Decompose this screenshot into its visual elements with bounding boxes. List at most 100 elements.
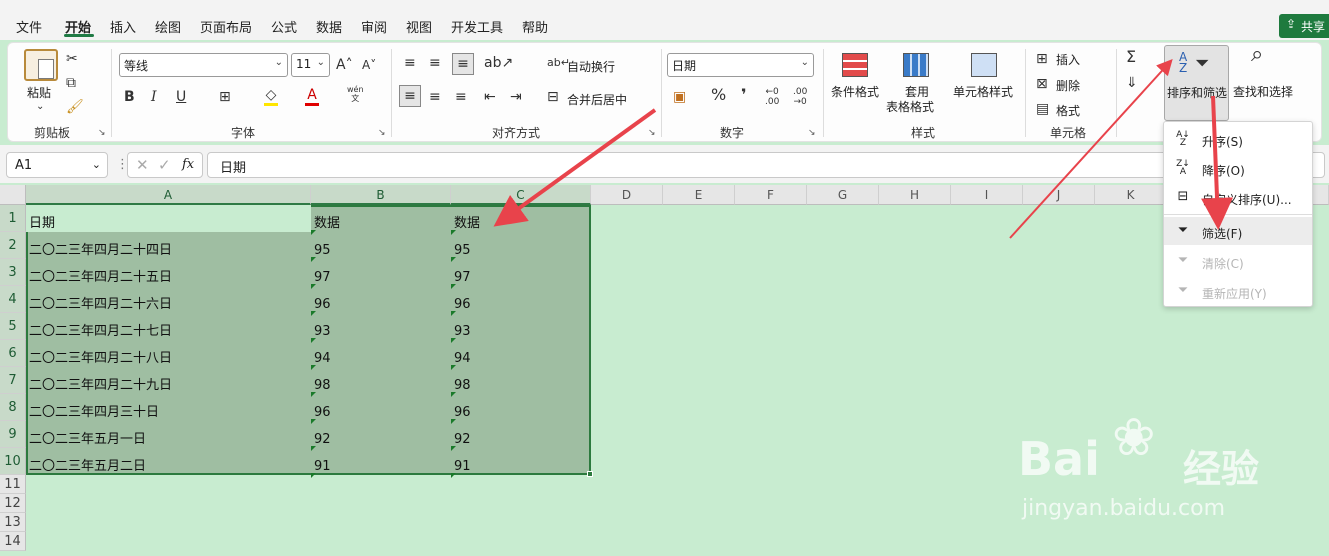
date-cell[interactable]: 二〇二三年五月一日: [26, 421, 146, 448]
value-cell[interactable]: 95: [451, 232, 471, 259]
column-header-h[interactable]: H: [879, 185, 951, 205]
value-cell[interactable]: 94: [451, 340, 471, 367]
font-launcher-icon[interactable]: ↘: [378, 128, 386, 138]
insert-cells-icon[interactable]: ⊞: [1036, 51, 1048, 67]
alignment-launcher-icon[interactable]: ↘: [648, 128, 656, 138]
name-box[interactable]: A1 ⌄: [6, 152, 108, 178]
tab-help[interactable]: 帮助: [522, 17, 548, 36]
increase-font-icon[interactable]: A˄: [336, 57, 353, 73]
row-header[interactable]: 10: [0, 448, 26, 475]
menu-item-sort-ascending[interactable]: A↓ Z 升序(S): [1164, 125, 1312, 153]
date-cell[interactable]: 二〇二三年四月二十五日: [26, 259, 172, 286]
tab-file[interactable]: 文件: [16, 17, 42, 36]
orientation-icon[interactable]: ab↗: [484, 55, 513, 71]
menu-item-filter[interactable]: ⏷ 筛选(F): [1164, 217, 1312, 245]
decrease-font-icon[interactable]: A˅: [362, 57, 376, 73]
insert-function-icon[interactable]: fx: [182, 157, 194, 172]
row-header[interactable]: 9: [0, 421, 26, 448]
font-color-icon[interactable]: A: [305, 87, 319, 106]
tab-developer[interactable]: 开发工具: [451, 17, 503, 36]
insert-cells-button[interactable]: 插入: [1056, 51, 1080, 68]
select-all-corner[interactable]: [0, 185, 26, 205]
column-header-b[interactable]: B: [311, 185, 451, 205]
row-header[interactable]: 7: [0, 367, 26, 394]
formula-input[interactable]: 日期: [207, 152, 1325, 178]
increase-decimal-icon[interactable]: ←0.00: [765, 87, 779, 107]
tab-draw[interactable]: 绘图: [155, 17, 181, 36]
wrap-text-button[interactable]: 自动换行: [567, 58, 615, 75]
row-header[interactable]: 12: [0, 494, 26, 513]
percent-icon[interactable]: %: [711, 87, 726, 103]
column-header-k[interactable]: K: [1095, 185, 1167, 205]
italic-icon[interactable]: I: [151, 89, 157, 105]
column-header-c[interactable]: C: [451, 185, 591, 205]
menu-item-custom-sort[interactable]: ⊟ 自定义排序(U)...: [1164, 183, 1312, 211]
align-left-icon[interactable]: ≡: [399, 85, 421, 107]
row-header[interactable]: 5: [0, 313, 26, 340]
cell-styles-button[interactable]: 单元格样式: [953, 83, 1013, 100]
date-cell[interactable]: 二〇二三年四月三十日: [26, 394, 159, 421]
column-header-d[interactable]: D: [591, 185, 663, 205]
date-cell[interactable]: 二〇二三年五月二日: [26, 448, 146, 475]
date-cell[interactable]: 二〇二三年四月二十四日: [26, 232, 172, 259]
font-size-select[interactable]: 11 ⌄: [291, 53, 330, 77]
value-cell[interactable]: 91: [311, 448, 331, 475]
value-cell[interactable]: 91: [451, 448, 471, 475]
row-header[interactable]: 1: [0, 205, 26, 232]
row-header[interactable]: 11: [0, 475, 26, 494]
number-format-select[interactable]: 日期 ⌄: [667, 53, 814, 77]
paste-dropdown-icon[interactable]: ⌄: [36, 99, 44, 115]
tab-data[interactable]: 数据: [316, 17, 342, 36]
font-name-select[interactable]: 等线 ⌄: [119, 53, 288, 77]
align-center-icon[interactable]: ≡: [429, 89, 441, 105]
decrease-indent-icon[interactable]: ⇤: [484, 89, 496, 105]
row-header[interactable]: 2: [0, 232, 26, 259]
tab-review[interactable]: 审阅: [361, 17, 387, 36]
cut-icon[interactable]: ✂: [66, 51, 78, 67]
column-header-i[interactable]: I: [951, 185, 1023, 205]
value-cell[interactable]: 92: [451, 421, 471, 448]
menu-item-sort-descending[interactable]: Z↓ A 降序(O): [1164, 154, 1312, 182]
format-cells-icon[interactable]: ▤: [1036, 101, 1049, 117]
value-cell[interactable]: 93: [451, 313, 471, 340]
delete-cells-button[interactable]: 删除: [1056, 77, 1080, 94]
conditional-formatting-icon[interactable]: [842, 53, 868, 77]
autosum-icon[interactable]: Σ: [1126, 49, 1136, 65]
comma-icon[interactable]: ❜: [741, 87, 747, 103]
value-cell[interactable]: 96: [311, 286, 331, 313]
format-painter-icon[interactable]: 🖌: [66, 99, 84, 115]
date-cell[interactable]: 二〇二三年四月二十七日: [26, 313, 172, 340]
value-cell[interactable]: 95: [311, 232, 331, 259]
column-header-e[interactable]: E: [663, 185, 735, 205]
column-header-f[interactable]: F: [735, 185, 807, 205]
cell-styles-icon[interactable]: [971, 53, 997, 77]
number-launcher-icon[interactable]: ↘: [808, 128, 816, 138]
copy-icon[interactable]: ⧉: [66, 75, 76, 91]
merge-center-icon[interactable]: ⊟: [547, 89, 559, 105]
value-cell[interactable]: 98: [311, 367, 331, 394]
fill-icon[interactable]: ⇓: [1126, 75, 1138, 91]
value-cell[interactable]: 97: [451, 259, 471, 286]
date-cell[interactable]: 二〇二三年四月二十九日: [26, 367, 172, 394]
column-header-g[interactable]: G: [807, 185, 879, 205]
column-header-j[interactable]: J: [1023, 185, 1095, 205]
tab-formulas[interactable]: 公式: [271, 17, 297, 36]
format-as-table-icon[interactable]: [903, 53, 929, 77]
conditional-formatting-button[interactable]: 条件格式: [831, 83, 879, 100]
tab-view[interactable]: 视图: [406, 17, 432, 36]
row-header[interactable]: 13: [0, 513, 26, 532]
value-cell[interactable]: 96: [451, 286, 471, 313]
find-select-button[interactable]: 查找和选择: [1233, 83, 1293, 100]
row-header[interactable]: 14: [0, 532, 26, 551]
border-icon[interactable]: ⊞: [219, 89, 231, 105]
share-button[interactable]: ⇪ 共享: [1279, 14, 1329, 38]
fill-handle[interactable]: [587, 471, 593, 477]
increase-indent-icon[interactable]: ⇥: [510, 89, 522, 105]
delete-cells-icon[interactable]: ⊠: [1036, 76, 1048, 92]
bold-icon[interactable]: B: [124, 89, 135, 105]
find-select-icon[interactable]: ⌕: [1251, 44, 1263, 66]
sort-filter-button[interactable]: AZ ⏷ 排序和筛选: [1164, 45, 1229, 121]
active-cell[interactable]: [26, 205, 311, 232]
cancel-icon[interactable]: ✕: [136, 156, 149, 174]
date-cell[interactable]: 二〇二三年四月二十八日: [26, 340, 172, 367]
